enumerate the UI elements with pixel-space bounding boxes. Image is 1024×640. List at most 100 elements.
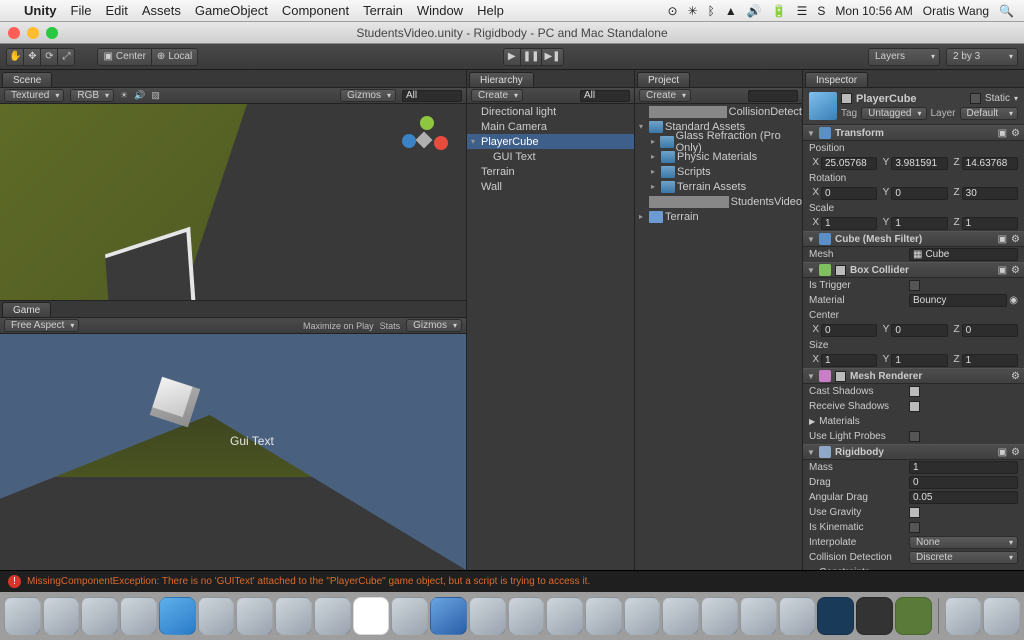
scene-search[interactable]: All bbox=[402, 90, 462, 102]
tab-project[interactable]: Project bbox=[637, 72, 690, 87]
stats-toggle[interactable]: Stats bbox=[380, 321, 401, 331]
menubar-extra-icon[interactable]: ☰ bbox=[797, 4, 808, 18]
boxcollider-enabled-checkbox[interactable] bbox=[835, 265, 846, 276]
rotation-z-input[interactable]: 30 bbox=[962, 187, 1018, 200]
scene-light-toggle[interactable]: ☀ bbox=[120, 90, 128, 101]
dock-photoshop-icon[interactable] bbox=[817, 597, 854, 635]
dock-qq-icon[interactable] bbox=[779, 597, 816, 635]
dock-ichat-icon[interactable] bbox=[546, 597, 583, 635]
scene-colormode-dropdown[interactable]: RGB bbox=[70, 89, 114, 102]
dock-app-icon[interactable] bbox=[585, 597, 622, 635]
game-viewport[interactable]: Gui Text bbox=[0, 334, 466, 570]
menubar-bluetooth-icon[interactable]: ᛒ bbox=[708, 4, 715, 18]
space-toggle[interactable]: ⊕Local bbox=[151, 48, 198, 66]
project-search[interactable] bbox=[748, 90, 798, 102]
hierarchy-search[interactable]: All bbox=[580, 90, 630, 102]
dock-folder-icon[interactable] bbox=[945, 597, 982, 635]
center-y-input[interactable]: 0 bbox=[891, 324, 947, 337]
menu-assets[interactable]: Assets bbox=[142, 3, 181, 18]
hierarchy-item[interactable]: Wall bbox=[467, 179, 634, 194]
menu-terrain[interactable]: Terrain bbox=[363, 3, 403, 18]
dock-missioncontrol-icon[interactable] bbox=[81, 597, 118, 635]
hand-tool-button[interactable]: ✋ bbox=[6, 48, 24, 66]
tab-scene[interactable]: Scene bbox=[2, 72, 52, 87]
gameobject-icon[interactable] bbox=[809, 92, 837, 120]
play-button[interactable]: ▶ bbox=[503, 48, 521, 66]
receiveshadows-checkbox[interactable] bbox=[909, 401, 920, 412]
project-item[interactable]: ▸Terrain Assets bbox=[635, 179, 802, 194]
minimize-window-button[interactable] bbox=[27, 27, 39, 39]
hierarchy-item[interactable]: Main Camera bbox=[467, 119, 634, 134]
dock-launchpad-icon[interactable] bbox=[43, 597, 80, 635]
tag-dropdown[interactable]: Untagged bbox=[861, 107, 926, 120]
mass-input[interactable]: 1 bbox=[909, 461, 1018, 474]
project-item[interactable]: ▸Scripts bbox=[635, 164, 802, 179]
scene-gizmos-dropdown[interactable]: Gizmos bbox=[340, 89, 396, 102]
hierarchy-tree[interactable]: Directional light Main Camera ▾PlayerCub… bbox=[467, 104, 634, 570]
dock-monodevelop-icon[interactable] bbox=[895, 597, 932, 635]
dock-app-icon[interactable] bbox=[624, 597, 661, 635]
physmaterial-field[interactable]: Bouncy bbox=[909, 294, 1007, 307]
scene-fx-toggle[interactable]: ▨ bbox=[151, 90, 160, 101]
layout-dropdown[interactable]: 2 by 3 bbox=[946, 48, 1018, 66]
collisiondetection-dropdown[interactable]: Discrete bbox=[909, 551, 1018, 564]
gameobject-active-checkbox[interactable] bbox=[841, 93, 852, 104]
dock-chrome-icon[interactable] bbox=[662, 597, 699, 635]
rotation-x-input[interactable]: 0 bbox=[821, 187, 877, 200]
step-button[interactable]: ▶❚ bbox=[541, 48, 563, 66]
dock-appstore-icon[interactable] bbox=[120, 597, 157, 635]
dock-app-icon[interactable] bbox=[198, 597, 235, 635]
game-gizmos-dropdown[interactable]: Gizmos bbox=[406, 319, 462, 332]
mesh-field[interactable]: ▦Cube bbox=[909, 248, 1018, 261]
project-create-dropdown[interactable]: Create bbox=[639, 89, 691, 102]
menu-component[interactable]: Component bbox=[282, 3, 349, 18]
layers-dropdown[interactable]: Layers bbox=[868, 48, 940, 66]
maximize-on-play-toggle[interactable]: Maximize on Play bbox=[303, 321, 374, 331]
materials-label[interactable]: Materials bbox=[819, 416, 919, 427]
project-tree[interactable]: CollisionDetect ▾Standard Assets ▸Glass … bbox=[635, 104, 802, 570]
tab-inspector[interactable]: Inspector bbox=[805, 72, 868, 87]
help-icon[interactable]: ▣ bbox=[998, 447, 1007, 458]
dock-app-icon[interactable] bbox=[391, 597, 428, 635]
help-icon[interactable]: ▣ bbox=[998, 265, 1007, 276]
rotation-y-input[interactable]: 0 bbox=[891, 187, 947, 200]
game-aspect-dropdown[interactable]: Free Aspect bbox=[4, 319, 79, 332]
castshadows-checkbox[interactable] bbox=[909, 386, 920, 397]
menubar-user[interactable]: Oratis Wang bbox=[923, 4, 989, 18]
zoom-window-button[interactable] bbox=[46, 27, 58, 39]
scene-audio-toggle[interactable]: 🔊 bbox=[134, 90, 145, 101]
app-menu[interactable]: Unity bbox=[24, 3, 57, 18]
iskinematic-checkbox[interactable] bbox=[909, 522, 920, 533]
drag-input[interactable]: 0 bbox=[909, 476, 1018, 489]
pivot-toggle[interactable]: ▣Center bbox=[97, 48, 151, 66]
close-window-button[interactable] bbox=[8, 27, 20, 39]
size-y-input[interactable]: 1 bbox=[891, 354, 947, 367]
menubar-extra-icon[interactable]: ⊙ bbox=[668, 4, 678, 18]
hierarchy-item-selected[interactable]: ▾PlayerCube bbox=[467, 134, 634, 149]
translate-tool-button[interactable]: ✥ bbox=[23, 48, 41, 66]
dock-finder-icon[interactable] bbox=[4, 597, 41, 635]
meshrenderer-enabled-checkbox[interactable] bbox=[835, 371, 846, 382]
dock-app-icon[interactable] bbox=[701, 597, 738, 635]
scale-y-input[interactable]: 1 bbox=[891, 217, 947, 230]
object-picker-icon[interactable]: ◉ bbox=[1009, 295, 1018, 306]
hierarchy-create-dropdown[interactable]: Create bbox=[471, 89, 523, 102]
layer-dropdown[interactable]: Default bbox=[960, 107, 1018, 120]
project-item[interactable]: StudentsVideo bbox=[635, 194, 802, 209]
menubar-wifi-icon[interactable]: ▲ bbox=[725, 4, 737, 18]
pause-button[interactable]: ❚❚ bbox=[520, 48, 543, 66]
dock-trash-icon[interactable] bbox=[983, 597, 1020, 635]
spotlight-icon[interactable]: 🔍 bbox=[999, 4, 1014, 18]
constraints-label[interactable]: Constraints bbox=[819, 567, 919, 570]
dock-contacts-icon[interactable] bbox=[314, 597, 351, 635]
menubar-clock[interactable]: Mon 10:56 AM bbox=[835, 4, 912, 18]
menu-help[interactable]: Help bbox=[477, 3, 504, 18]
size-x-input[interactable]: 1 bbox=[821, 354, 877, 367]
tab-hierarchy[interactable]: Hierarchy bbox=[469, 72, 534, 87]
interpolate-dropdown[interactable]: None bbox=[909, 536, 1018, 549]
hierarchy-item[interactable]: GUI Text bbox=[467, 149, 634, 164]
help-icon[interactable]: ▣ bbox=[998, 234, 1007, 245]
position-y-input[interactable]: 3.981591 bbox=[891, 157, 947, 170]
translate-gizmo[interactable] bbox=[90, 289, 190, 300]
lightprobes-checkbox[interactable] bbox=[909, 431, 920, 442]
